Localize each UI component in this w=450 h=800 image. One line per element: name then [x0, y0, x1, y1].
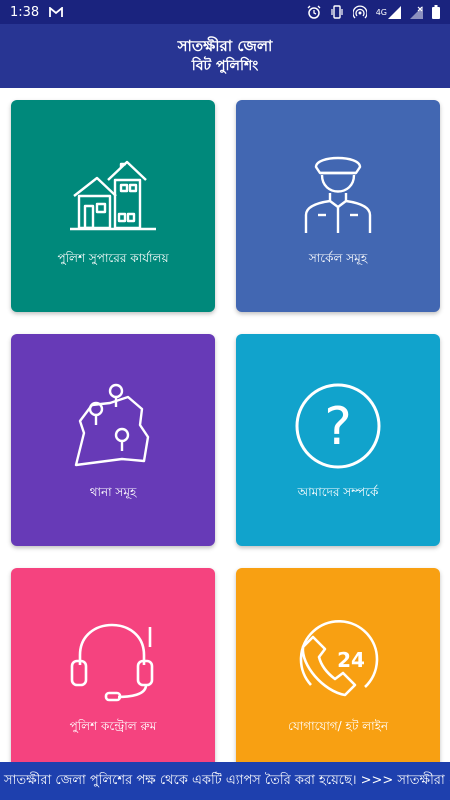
vibrate-icon — [330, 5, 344, 19]
signal-icon — [410, 5, 423, 19]
svg-text:?: ? — [324, 397, 352, 457]
menu-card-label: সার্কেল সমূহ — [308, 251, 368, 265]
menu-card-circles[interactable]: সার্কেল সমূহ — [236, 100, 440, 312]
menu-card-label: যোগাযোগ/ হট লাইন — [287, 719, 389, 733]
menu-card-stations[interactable]: থানা সমূহ — [11, 334, 215, 546]
menu-card-label: আমাদের সম্পর্কে — [297, 485, 379, 499]
page-subtitle: বিট পুলিশিং — [191, 58, 259, 74]
office-building-icon — [63, 144, 163, 240]
menu-card-hotline[interactable]: 24 যোগাযোগ/ হট লাইন — [236, 568, 440, 762]
status-time: 1:38 — [10, 4, 40, 20]
menu-card-label: পুলিশ সুপারের কার্যালয় — [57, 251, 169, 265]
gmail-icon — [49, 6, 64, 18]
battery-icon — [432, 5, 440, 19]
page-title: সাতক্ষীরা জেলা — [177, 37, 273, 55]
network-type: 4G — [375, 7, 387, 17]
hotline-badge: 24 — [337, 648, 365, 672]
map-pins-icon — [63, 378, 163, 474]
hotspot-icon — [352, 5, 367, 19]
menu-card-sp-office[interactable]: পুলিশ সুপারের কার্যালয় — [11, 100, 215, 312]
menu-card-label: পুলিশ কন্ট্রোল রুম — [69, 719, 157, 733]
app-header: সাতক্ষীরা জেলা বিট পুলিশিং — [0, 24, 450, 88]
question-icon: ? — [288, 378, 388, 474]
menu-card-control-room[interactable]: পুলিশ কন্ট্রোল রুম — [11, 568, 215, 762]
ticker-text: সাতক্ষীরা জেলা পুলিশের পক্ষ থেকে একটি এ্… — [4, 772, 450, 788]
menu-grid: পুলিশ সুপারের কার্যালয় সার্কেল সমূহ থান… — [0, 88, 450, 762]
news-ticker: সাতক্ষীরা জেলা পুলিশের পক্ষ থেকে একটি এ্… — [0, 762, 450, 800]
menu-card-label: থানা সমূহ — [89, 485, 137, 499]
headset-icon — [63, 612, 163, 708]
status-bar: 1:38 4G — [0, 0, 450, 24]
police-officer-icon — [288, 144, 388, 240]
alarm-icon — [307, 5, 321, 19]
menu-card-about[interactable]: ? আমাদের সম্পর্কে — [236, 334, 440, 546]
hotline-24-icon: 24 — [288, 612, 388, 708]
signal-icon: 4G — [375, 5, 401, 19]
